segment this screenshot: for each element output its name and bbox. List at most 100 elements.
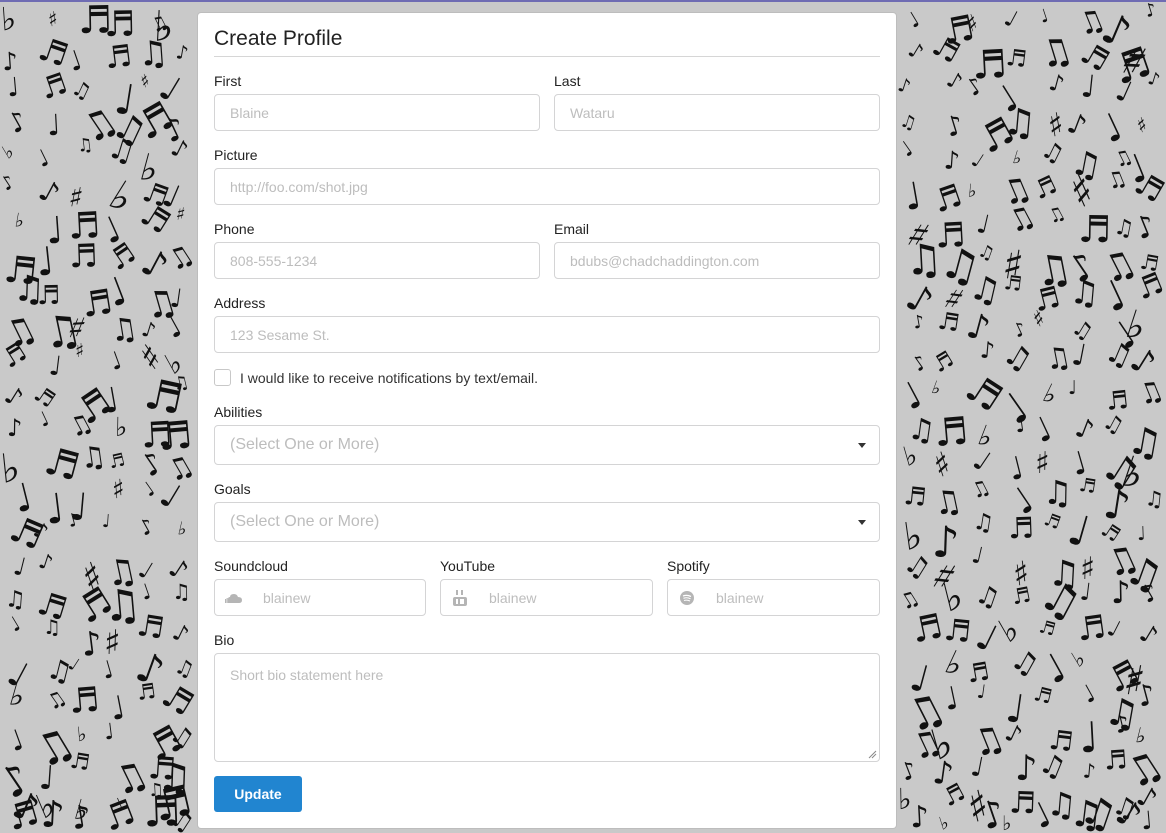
email-input[interactable]: bdubs@chadchaddington.com	[554, 242, 880, 279]
picture-label: Picture	[214, 147, 258, 163]
music-note-decoration: ♩	[1077, 712, 1101, 763]
music-note-decoration: ♩	[105, 345, 126, 377]
spotify-input[interactable]: blainew	[667, 579, 880, 616]
phone-label: Phone	[214, 221, 255, 237]
music-note-decoration: ♬	[902, 480, 928, 513]
music-note-decoration: ♫	[43, 615, 61, 639]
music-note-decoration: ♭	[0, 140, 18, 164]
first-name-input[interactable]: Blaine	[214, 94, 540, 131]
music-note-decoration: ♫	[965, 267, 1005, 313]
music-note-decoration: ♩	[973, 209, 993, 241]
music-note-decoration: ♬	[935, 306, 962, 338]
abilities-label: Abilities	[214, 404, 263, 420]
bio-label: Bio	[214, 632, 235, 648]
music-note-decoration: ♩	[5, 72, 21, 104]
music-note-decoration: ♭	[75, 721, 88, 747]
music-note-decoration: ♩	[1079, 68, 1098, 106]
music-note-decoration: ♩	[900, 173, 926, 220]
address-placeholder: 123 Sesame St.	[230, 326, 330, 343]
music-note-decoration: ♪	[1129, 207, 1161, 248]
music-note-decoration: ♩	[32, 144, 54, 174]
notifications-checkbox[interactable]	[214, 369, 231, 386]
music-note-decoration: ♯	[74, 339, 85, 363]
music-note-decoration: ♩	[1078, 577, 1093, 607]
music-note-decoration: ♩	[1062, 504, 1096, 557]
abilities-dropdown[interactable]: (Select One or More)	[214, 425, 880, 465]
music-note-decoration: ♫	[1098, 408, 1128, 441]
music-note-decoration: ♪	[1142, 0, 1160, 23]
music-note-decoration: ♪	[1110, 574, 1132, 612]
page-title: Create Profile	[214, 27, 343, 50]
music-note-decoration: ♬	[1077, 207, 1112, 252]
music-note-decoration: ♩	[967, 443, 997, 478]
music-note-decoration: ♩	[101, 510, 112, 533]
music-note-decoration: ♫	[971, 508, 996, 538]
music-note-decoration: ♫	[1033, 27, 1078, 78]
youtube-icon	[451, 589, 469, 606]
music-note-decoration: ♬	[1004, 44, 1029, 74]
youtube-input[interactable]: blainew	[440, 579, 653, 616]
music-note-decoration: ♪	[2, 104, 33, 141]
music-note-decoration: ♬	[1002, 269, 1024, 297]
music-note-decoration: ♫	[171, 579, 192, 605]
music-note-decoration: ♩	[10, 551, 30, 582]
music-note-decoration: ♩	[968, 751, 987, 784]
music-note-decoration: ♪	[33, 172, 66, 212]
music-note-decoration: ♬	[106, 449, 128, 474]
first-name-label: First	[214, 73, 242, 89]
music-note-decoration: ♭	[1002, 811, 1012, 833]
music-note-decoration: ♬	[1031, 681, 1055, 709]
music-note-decoration: ♬	[68, 748, 92, 777]
music-note-decoration: ♪	[0, 170, 19, 196]
music-note-decoration: ♩	[47, 350, 64, 383]
music-note-decoration: ♪	[39, 792, 66, 833]
picture-url-input[interactable]: http://foo.com/shot.jpg	[214, 168, 880, 205]
music-note-decoration: ♫	[160, 236, 200, 279]
music-note-decoration: ♩	[999, 5, 1022, 34]
music-note-decoration: ♪	[1062, 105, 1092, 144]
last-name-input[interactable]: Wataru	[554, 94, 880, 131]
music-note-decoration: ♪	[895, 73, 914, 99]
music-note-decoration: ♬	[1007, 510, 1035, 546]
music-note-decoration: ♫	[1102, 165, 1131, 196]
notifications-label[interactable]: I would like to receive notifications by…	[240, 370, 538, 386]
music-note-decoration: ♬	[134, 608, 167, 647]
address-input[interactable]: 123 Sesame St.	[214, 316, 880, 353]
music-note-decoration: ♭	[936, 812, 952, 833]
resize-handle-icon[interactable]	[868, 750, 877, 759]
update-button[interactable]: Update	[214, 776, 302, 812]
music-note-decoration: ♫	[971, 579, 1004, 615]
abilities-placeholder: (Select One or More)	[230, 436, 380, 453]
music-note-decoration: ♪	[6, 413, 23, 443]
music-note-decoration: ♫	[1034, 745, 1071, 786]
music-note-decoration: ♩	[1102, 615, 1125, 644]
music-note-decoration: ♭	[1038, 378, 1063, 412]
music-note-decoration: ♬	[36, 65, 72, 107]
music-note-decoration: ♭	[114, 412, 128, 444]
music-note-decoration: ♬	[1131, 265, 1166, 307]
goals-dropdown[interactable]: (Select One or More)	[214, 502, 880, 542]
music-note-decoration: ♩	[975, 680, 988, 704]
music-note-decoration: ♪	[1134, 617, 1164, 652]
spotify-placeholder: blainew	[716, 589, 764, 606]
soundcloud-input[interactable]: blainew	[214, 579, 426, 616]
music-note-decoration: ♪	[1071, 411, 1099, 448]
music-note-decoration: ♪	[904, 37, 928, 65]
music-note-decoration: ♩	[1068, 377, 1077, 399]
music-note-decoration: ♩	[1076, 679, 1101, 709]
music-note-decoration: ♬	[36, 280, 61, 312]
music-note-decoration: ♫	[1143, 486, 1166, 512]
music-note-decoration: ♭	[928, 377, 945, 400]
phone-input[interactable]: 808-555-1234	[214, 242, 540, 279]
last-name-placeholder: Wataru	[570, 104, 615, 121]
music-note-decoration: ♪	[909, 799, 931, 833]
music-note-decoration: ♫	[1001, 99, 1038, 146]
bio-textarea[interactable]: Short bio statement here	[214, 653, 880, 762]
music-note-decoration: ♫	[1036, 134, 1069, 170]
music-note-decoration: ♬	[1036, 616, 1058, 641]
music-note-decoration: ♪	[174, 41, 191, 65]
music-note-decoration: ♫	[1132, 372, 1166, 413]
music-note-decoration: ♭	[966, 180, 978, 203]
music-note-decoration: ♯	[174, 203, 187, 226]
music-note-decoration: ♪	[1014, 748, 1038, 790]
